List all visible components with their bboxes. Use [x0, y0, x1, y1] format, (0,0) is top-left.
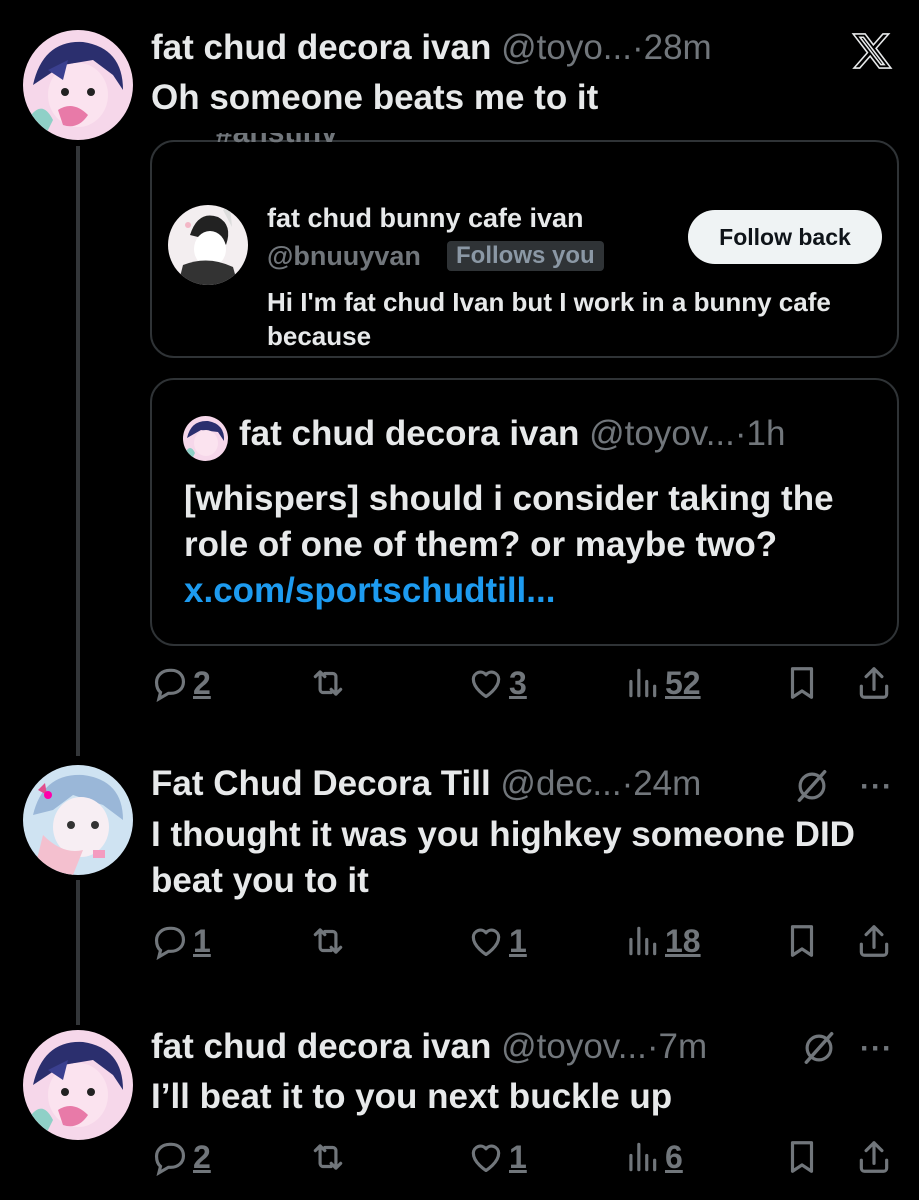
reply-count: 2: [193, 1138, 211, 1175]
heart-icon: [471, 670, 501, 699]
share-icon: [859, 925, 889, 957]
reply-icon: [154, 1142, 186, 1176]
heart-icon: [471, 1144, 501, 1173]
action-bar: 2 1 6: [151, 1138, 896, 1188]
views-icon: [629, 668, 657, 698]
bookmark-button[interactable]: [783, 664, 821, 702]
timestamp[interactable]: 7m: [659, 1027, 708, 1066]
timestamp[interactable]: 24m: [633, 764, 701, 803]
retweet-button[interactable]: [309, 1138, 347, 1176]
share-button[interactable]: [855, 922, 893, 960]
handle[interactable]: @toyov...: [501, 1027, 647, 1066]
views-button[interactable]: 6: [623, 1138, 683, 1176]
reply-button[interactable]: 1: [151, 922, 211, 960]
tweet-header: fat chud decora ivan @toyov...·7m: [151, 1027, 707, 1067]
bookmark-icon: [790, 667, 814, 699]
separator: ·: [734, 414, 747, 453]
follow-back-button[interactable]: Follow back: [688, 210, 882, 264]
tweet-text: I thought it was you highkey someone DID…: [151, 815, 855, 900]
quote-text-block: [whispers] should i consider taking the …: [184, 476, 844, 614]
views-button[interactable]: 52: [623, 664, 701, 702]
avatar[interactable]: [23, 30, 133, 140]
retweet-button[interactable]: [309, 664, 347, 702]
thread-line-1: [76, 146, 80, 756]
quote-link[interactable]: x.com/sportschudtill...: [184, 571, 555, 610]
action-bar: 2 3 52: [151, 664, 896, 714]
quote-timestamp[interactable]: 1h: [747, 414, 786, 453]
reply-count: 1: [193, 922, 211, 959]
like-button[interactable]: 3: [467, 664, 527, 702]
avatar[interactable]: [23, 1030, 133, 1140]
grok-icon[interactable]: [793, 767, 831, 805]
reply-count: 2: [193, 664, 211, 701]
view-count: 18: [665, 922, 701, 959]
profile-name[interactable]: fat chud bunny cafe ivan: [267, 203, 584, 234]
quote-display-name[interactable]: fat chud decora ivan: [239, 414, 579, 453]
bookmark-button[interactable]: [783, 1138, 821, 1176]
display-name[interactable]: Fat Chud Decora Till: [151, 764, 491, 803]
views-icon: [629, 926, 657, 956]
x-logo-icon: [851, 33, 893, 69]
separator: ·: [631, 28, 644, 67]
retweet-icon: [313, 1144, 343, 1170]
share-button[interactable]: [855, 1138, 893, 1176]
reply-button[interactable]: 2: [151, 1138, 211, 1176]
reply-button[interactable]: 2: [151, 664, 211, 702]
views-button[interactable]: 18: [623, 922, 701, 960]
quote-avatar: [183, 416, 228, 461]
reply-icon: [154, 926, 186, 960]
follows-you-badge: Follows you: [447, 241, 604, 271]
retweet-icon: [313, 928, 343, 954]
handle[interactable]: @dec...: [500, 764, 621, 803]
share-icon: [859, 1141, 889, 1173]
more-options-icon[interactable]: ···: [860, 1032, 893, 1066]
retweet-button[interactable]: [309, 922, 347, 960]
retweet-icon: [313, 670, 343, 696]
view-count: 6: [665, 1138, 683, 1175]
profile-avatar[interactable]: [168, 205, 248, 285]
like-button[interactable]: 1: [467, 1138, 527, 1176]
like-count: 3: [509, 664, 527, 701]
thread-line-2: [76, 880, 80, 1025]
like-count: 1: [509, 1138, 527, 1175]
grok-icon[interactable]: [800, 1029, 838, 1067]
quote-handle[interactable]: @toyov...: [589, 414, 735, 453]
tweet-text: Oh someone beats me to it: [151, 78, 599, 117]
more-options-icon[interactable]: ···: [860, 770, 893, 804]
bookmark-button[interactable]: [783, 922, 821, 960]
bookmark-icon: [790, 925, 814, 957]
tweet-header: Fat Chud Decora Till @dec...·24m: [151, 764, 701, 804]
handle[interactable]: @toyo...: [501, 28, 632, 67]
timestamp[interactable]: 28m: [644, 28, 712, 67]
heart-icon: [471, 928, 501, 957]
quote-text: [whispers] should i consider taking the …: [184, 479, 834, 564]
quote-header: fat chud decora ivan @toyov...·1h: [239, 414, 785, 454]
separator: ·: [646, 1027, 659, 1066]
clipped-text: #anstinv: [216, 133, 338, 143]
reply-icon: [154, 668, 186, 702]
like-count: 1: [509, 922, 527, 959]
display-name[interactable]: fat chud decora ivan: [151, 1027, 491, 1066]
tweet-text: I’ll beat it to you next buckle up: [151, 1077, 673, 1116]
avatar[interactable]: [23, 765, 133, 875]
profile-bio: Hi I'm fat chud Ivan but I work in a bun…: [267, 287, 831, 351]
share-icon: [859, 667, 889, 699]
separator: ·: [621, 764, 634, 803]
share-button[interactable]: [855, 664, 893, 702]
action-bar: 1 1 18: [151, 922, 896, 972]
like-button[interactable]: 1: [467, 922, 527, 960]
profile-handle[interactable]: @bnuuyvan: [267, 241, 421, 272]
tweet-header: fat chud decora ivan @toyo...·28m: [151, 28, 712, 68]
display-name[interactable]: fat chud decora ivan: [151, 28, 491, 67]
views-icon: [629, 1142, 657, 1172]
view-count: 52: [665, 664, 701, 701]
bookmark-icon: [790, 1141, 814, 1173]
